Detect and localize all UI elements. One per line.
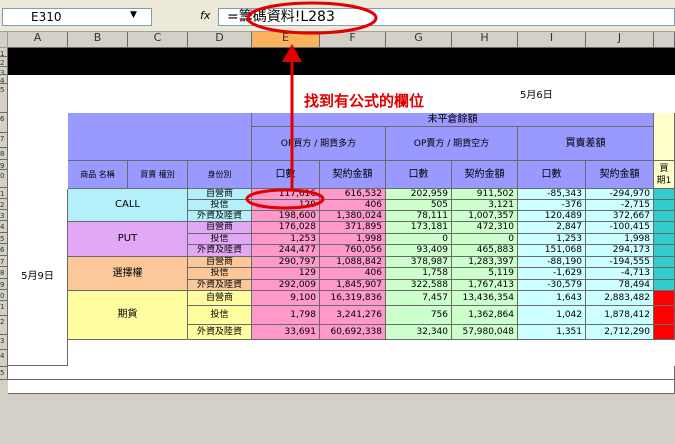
cell-highlight-ellipse (245, 188, 325, 210)
annotation-overlay (245, 1, 378, 210)
arrow-head-icon (282, 44, 302, 62)
formula-highlight-ellipse (246, 1, 378, 35)
annotation-label: 找到有公式的欄位 (304, 92, 425, 110)
